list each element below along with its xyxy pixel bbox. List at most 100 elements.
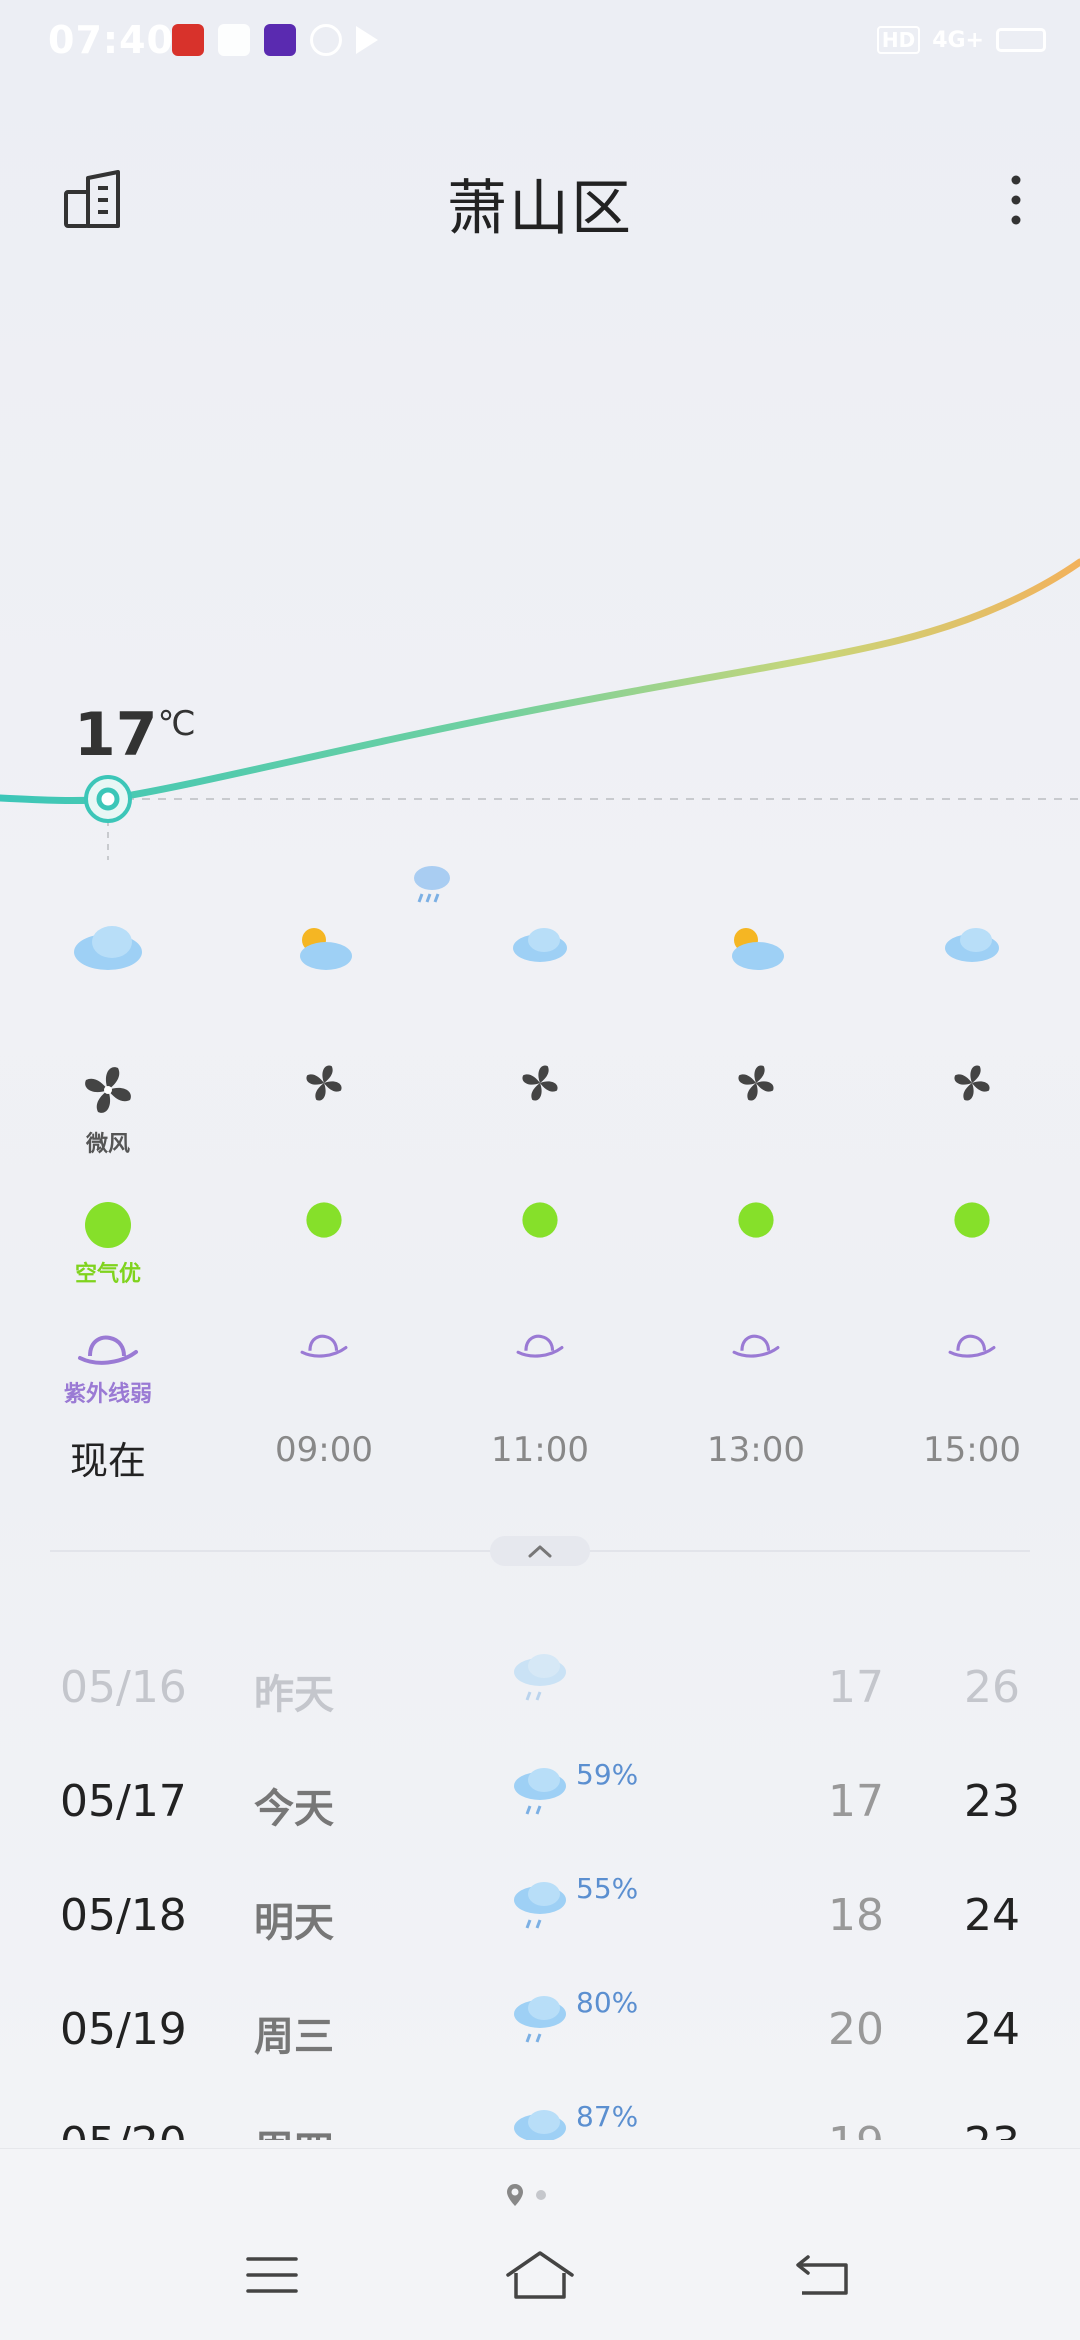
weather-cell (216, 920, 432, 1020)
fan-icon (954, 1065, 990, 1101)
rain-icon (510, 2106, 570, 2140)
cloud-icon (945, 928, 999, 962)
wind-cell (432, 1060, 648, 1180)
uv-cell (432, 1330, 648, 1440)
air-cell (648, 1200, 864, 1320)
hourly-column[interactable]: 11:00 (432, 860, 648, 1480)
fan-icon (738, 1065, 774, 1101)
air-cell (864, 1200, 1080, 1320)
daily-high: 23 (964, 1776, 1020, 1827)
hourly-column[interactable]: 09:00 (216, 860, 432, 1480)
daily-low: 18 (828, 1890, 884, 1941)
daily-day: 周三 (254, 2014, 334, 2060)
battery-icon (996, 28, 1046, 52)
fan-icon (306, 1065, 342, 1101)
home-icon (506, 2251, 574, 2299)
collapse-button[interactable] (490, 1536, 590, 1566)
hourly-column[interactable]: 微风 空气优 紫外线弱 现在 (0, 860, 216, 1483)
navigation-bar (0, 2227, 1080, 2337)
uv-label: 紫外线弱 (63, 1382, 152, 1407)
air-cell (216, 1200, 432, 1320)
daily-high: 23 (920, 2118, 1020, 2140)
daily-forecast: 05/16 昨天 17 26 05/17 今天 59% 17 23 05/18 … (0, 1640, 1080, 2140)
wind-cell (864, 1060, 1080, 1180)
hour-time-label: 现在 (69, 1439, 146, 1483)
daily-date: 05/19 (60, 2004, 187, 2055)
hourly-column[interactable]: 13:00 (648, 860, 864, 1480)
weather-cell (0, 920, 216, 1020)
message-notification-icon (218, 24, 250, 56)
air-cell (432, 1200, 648, 1320)
location-pin-icon (507, 2184, 523, 2206)
temperature-curve (0, 500, 1080, 880)
status-right: HD 4G+ (876, 26, 1046, 54)
cloud-icon (74, 926, 142, 970)
play-icon (356, 26, 378, 54)
daily-day: 今天 (254, 1786, 334, 1832)
header: 萧山区 (0, 150, 1080, 260)
daily-day: 明天 (254, 1900, 334, 1946)
daily-date: 05/20 (60, 2118, 187, 2140)
hour-time-label: 13:00 (707, 1430, 805, 1470)
air-dot-icon (954, 1202, 990, 1238)
cloud-icon (513, 928, 567, 962)
daily-row[interactable]: 05/18 明天 55% 18 24 (0, 1868, 1080, 1982)
more-icon[interactable] (996, 168, 1036, 232)
weather-cell (648, 920, 864, 1020)
wind-cell: 微风 (0, 1060, 216, 1180)
wind-label: 微风 (85, 1132, 130, 1157)
hourly-forecast: 微风 空气优 紫外线弱 现在 09:00 11:00 13:00 15:00 (0, 860, 1080, 1483)
weather-cell (864, 920, 1080, 1020)
air-dot-icon (738, 1202, 774, 1238)
hourly-column[interactable]: 15:00 (864, 860, 1080, 1480)
hat-icon (78, 1335, 138, 1365)
air-label: 空气优 (74, 1262, 141, 1287)
page-dot (536, 2190, 546, 2200)
video-app-icon (264, 24, 296, 56)
uv-cell: 紫外线弱 (0, 1330, 216, 1440)
daily-low: 17 (828, 1776, 884, 1827)
daily-low: 20 (828, 2004, 884, 2055)
daily-row[interactable]: 05/17 今天 59% 17 23 (0, 1754, 1080, 1868)
signal-icon: 4G+ (932, 27, 984, 53)
daily-high: 24 (964, 2004, 1020, 2055)
fan-icon (522, 1065, 558, 1101)
sun-cloud-icon (732, 928, 784, 970)
daily-low: 17 (828, 1662, 884, 1713)
daily-day: 周四 (254, 2118, 334, 2140)
rain-icon (510, 1878, 570, 1938)
daily-high: 26 (964, 1662, 1020, 1713)
daily-row[interactable]: 05/19 周三 80% 20 24 (0, 1982, 1080, 2096)
daily-row[interactable]: 05/16 昨天 17 26 (0, 1640, 1080, 1754)
app-notification-icon (172, 24, 204, 56)
air-dot-icon (85, 1202, 131, 1248)
daily-day: 昨天 (254, 1672, 334, 1718)
daily-high: 24 (964, 1890, 1020, 1941)
uv-cell (648, 1330, 864, 1440)
back-button[interactable] (794, 2253, 850, 2301)
current-temp-unit: ℃ (157, 704, 196, 744)
daily-date: 05/18 (60, 1890, 187, 1941)
page-indicator[interactable] (506, 2183, 546, 2207)
hd-icon: HD (876, 26, 921, 54)
daily-date: 05/17 (60, 1776, 187, 1827)
menu-button[interactable] (246, 2255, 298, 2299)
weather-cell (432, 920, 648, 1020)
air-cell: 空气优 (0, 1200, 216, 1320)
notification-icons (172, 24, 378, 56)
daily-row[interactable]: 05/20 周四 87% 19 23 (0, 2096, 1080, 2140)
daily-precip: 87% (576, 2100, 639, 2133)
daily-low: 19 (784, 2118, 884, 2140)
rain-icon (510, 1764, 570, 1824)
hour-time-label: 11:00 (491, 1430, 589, 1470)
wind-cell (216, 1060, 432, 1180)
daily-precip: 80% (576, 1986, 639, 2019)
current-temperature: 17℃ (74, 700, 196, 770)
hat-icon (300, 1334, 348, 1358)
hat-icon (948, 1334, 996, 1358)
uv-cell (216, 1330, 432, 1440)
air-dot-icon (522, 1202, 558, 1238)
home-button[interactable] (504, 2249, 576, 2305)
sun-cloud-icon (300, 928, 352, 970)
chevron-up-icon (528, 1545, 552, 1558)
